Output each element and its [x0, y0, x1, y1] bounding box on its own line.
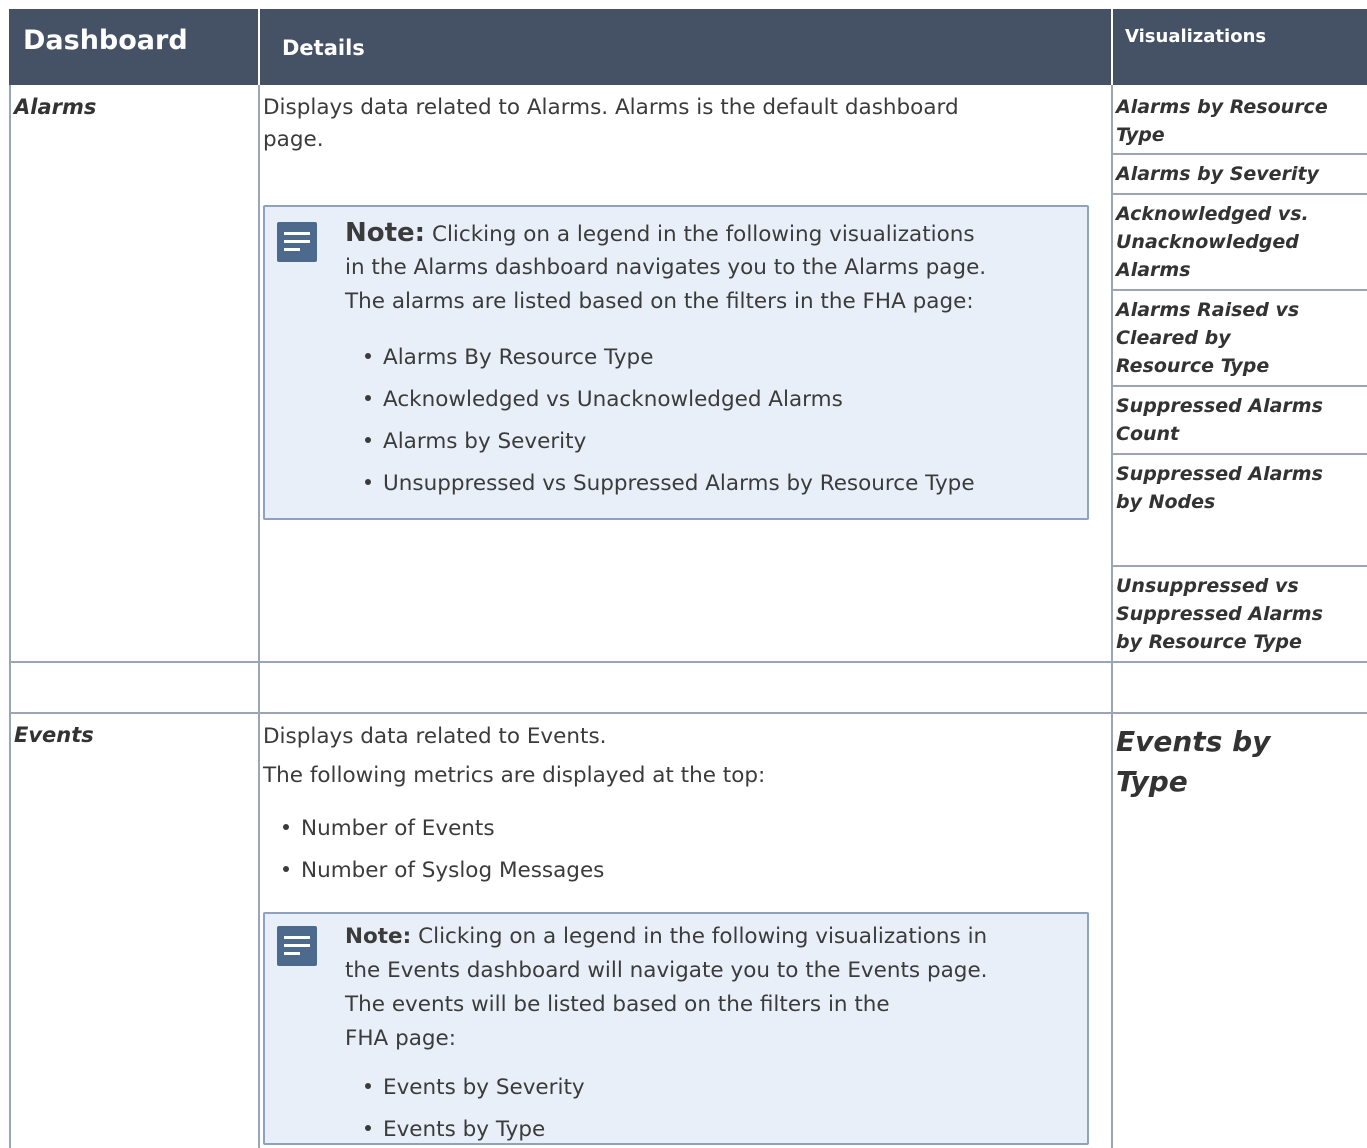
list-item: Events by Type [365, 1117, 545, 1142]
divider [1113, 289, 1367, 291]
note-line: Clicking on a legend in the following vi… [418, 924, 988, 949]
events-details-line: Displays data related to Events. [263, 724, 607, 749]
divider [1113, 453, 1367, 455]
note-line: The events will be listed based on the f… [345, 992, 890, 1017]
alarms-details-line: Displays data related to Alarms. Alarms … [263, 95, 959, 120]
note-line: the Events dashboard will navigate you t… [345, 958, 988, 983]
divider [1113, 193, 1367, 195]
note-label: Note: [345, 218, 426, 248]
header-details: Details [260, 9, 1111, 85]
list-item: Alarms By Resource Type [365, 345, 653, 370]
visualization-item: Suppressed Alarms by Nodes [1116, 463, 1323, 513]
divider [9, 85, 11, 1148]
visualization-item: Alarms by Resource Type [1116, 96, 1328, 146]
note-icon [277, 222, 317, 262]
alarms-note: Note: Clicking on a legend in the follow… [263, 205, 1089, 520]
dashboard-name-alarms: Alarms [14, 95, 97, 119]
list-item: Unsuppressed vs Suppressed Alarms by Res… [365, 471, 975, 496]
events-note-text: Note: Clicking on a legend in the follow… [345, 920, 987, 954]
divider [258, 85, 260, 1148]
note-line: FHA page: [345, 1026, 457, 1051]
list-item: Events by Severity [365, 1075, 585, 1100]
list-item: Acknowledged vs Unacknowledged Alarms [365, 387, 843, 412]
note-label: Note: [345, 924, 412, 949]
divider [1113, 565, 1367, 567]
list-item: Number of Events [283, 816, 495, 841]
divider [1111, 85, 1113, 1148]
list-item: Number of Syslog Messages [283, 858, 604, 883]
note-icon [277, 926, 317, 966]
divider [1113, 153, 1367, 155]
note-line: The alarms are listed based on the filte… [345, 289, 974, 314]
divider [9, 661, 1367, 663]
visualization-item: Suppressed Alarms Count [1116, 395, 1323, 445]
visualization-item: Alarms by Severity [1116, 163, 1319, 185]
visualization-item: Acknowledged vs. Unacknowledged Alarms [1116, 203, 1309, 281]
visualization-item: Unsuppressed vs Suppressed Alarms by Resou… [1116, 575, 1323, 653]
divider [1113, 385, 1367, 387]
events-details-line: The following metrics are displayed at t… [263, 763, 766, 788]
divider [9, 712, 1367, 714]
dashboard-name-events: Events [14, 723, 94, 747]
note-line: in the Alarms dashboard navigates you to… [345, 255, 987, 280]
header-dashboard: Dashboard [9, 9, 258, 85]
list-item: Alarms by Severity [365, 429, 586, 454]
events-note: Note: Clicking on a legend in the follow… [263, 912, 1089, 1145]
header-visualizations: Visualizations [1113, 9, 1367, 85]
note-line: Clicking on a legend in the following vi… [431, 222, 975, 247]
alarms-note-text: Note: Clicking on a legend in the follow… [345, 216, 975, 252]
visualization-item: Events by Type [1116, 725, 1271, 798]
alarms-details-line: page. [263, 127, 324, 152]
visualization-item: Alarms Raised vs Cleared by Resource Type [1116, 299, 1300, 377]
